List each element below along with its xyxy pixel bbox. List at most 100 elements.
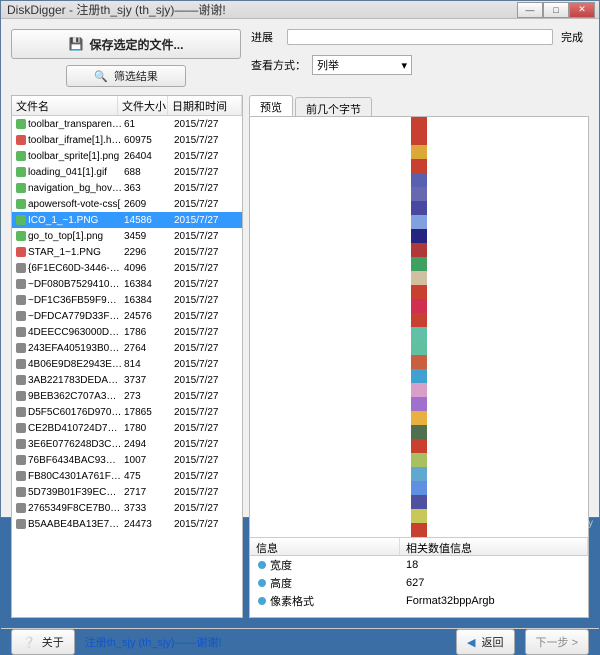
filter-results-button[interactable]: 🔍 筛选结果 — [66, 65, 186, 87]
file-icon — [14, 215, 28, 225]
maximize-button[interactable]: □ — [543, 2, 569, 18]
file-date: 2015/7/27 — [172, 375, 242, 386]
file-size: 1780 — [122, 423, 172, 434]
progress-bar — [287, 29, 553, 45]
window-controls: — □ ✕ — [517, 2, 595, 18]
file-name: FB80C4301A761F432... — [28, 471, 122, 482]
table-row[interactable]: apowersoft-vote-css[26092015/7/27 — [12, 196, 242, 212]
about-button[interactable]: ❔ 关于 — [11, 629, 75, 655]
col-header-name[interactable]: 文件名 — [12, 96, 118, 115]
table-row[interactable]: toolbar_sprite[1].png264042015/7/27 — [12, 148, 242, 164]
info-row: 宽度18 — [250, 556, 588, 574]
file-size: 363 — [122, 183, 172, 194]
file-icon — [14, 359, 28, 369]
file-date: 2015/7/27 — [172, 135, 242, 146]
save-selected-button[interactable]: 💾 保存选定的文件... — [11, 29, 241, 59]
watermark: blog.163.com/th_sjy — [486, 518, 594, 529]
file-date: 2015/7/27 — [172, 407, 242, 418]
file-name: STAR_1~1.PNG — [28, 247, 122, 258]
tab-bytes[interactable]: 前几个字节 — [295, 97, 372, 116]
table-row[interactable]: ~DF080B75294103641163842015/7/27 — [12, 276, 242, 292]
table-row[interactable]: {6F1EC60D-3446-11E...40962015/7/27 — [12, 260, 242, 276]
file-icon — [14, 327, 28, 337]
info-key: 像素格式 — [270, 593, 314, 609]
file-size: 2609 — [122, 199, 172, 210]
titlebar: DiskDigger - 注册th_sjy (th_sjy)——谢谢! — □ … — [1, 1, 599, 19]
file-name: ~DF1C36FB59F958C3... — [28, 295, 122, 306]
file-size: 814 — [122, 359, 172, 370]
file-name: 3AB221783DEDA8F9D — [28, 375, 122, 386]
file-date: 2015/7/27 — [172, 199, 242, 210]
minimize-button[interactable]: — — [517, 2, 543, 18]
next-button[interactable]: 下一步 > — [525, 629, 589, 655]
file-size: 475 — [122, 471, 172, 482]
table-row[interactable]: 4B06E9D8E2943E326...8142015/7/27 — [12, 356, 242, 372]
file-icon — [14, 263, 28, 273]
table-row[interactable]: 76BF6434BAC93B3CF10072015/7/27 — [12, 452, 242, 468]
file-date: 2015/7/27 — [172, 151, 242, 162]
file-date: 2015/7/27 — [172, 327, 242, 338]
view-mode-select[interactable]: 列举 ▾ — [312, 55, 412, 75]
table-row[interactable]: 5D739B01F39ECA76627172015/7/27 — [12, 484, 242, 500]
table-row[interactable]: D5F5C60176D9702E3...178652015/7/27 — [12, 404, 242, 420]
file-name: CE2BD410724D775EB — [28, 423, 122, 434]
table-row[interactable]: 3E6E0776248D3C4AE124942015/7/27 — [12, 436, 242, 452]
file-icon — [14, 231, 28, 241]
file-date: 2015/7/27 — [172, 167, 242, 178]
next-label: 下一步 > — [536, 634, 578, 650]
file-list-panel: 文件名 文件大小 日期和时间 toolbar_transparent[16120… — [11, 95, 243, 618]
table-row[interactable]: FB80C4301A761F432...4752015/7/27 — [12, 468, 242, 484]
table-row[interactable]: navigation_bg_hover[3632015/7/27 — [12, 180, 242, 196]
file-icon — [14, 455, 28, 465]
file-icon — [14, 343, 28, 353]
file-name: 3E6E0776248D3C4AE1 — [28, 439, 122, 450]
table-row[interactable]: ~DF1C36FB59F958C3...163842015/7/27 — [12, 292, 242, 308]
info-value: 627 — [400, 577, 588, 589]
table-row[interactable]: 243EFA405193B01F10...27642015/7/27 — [12, 340, 242, 356]
file-date: 2015/7/27 — [172, 423, 242, 434]
info-value: Format32bppArgb — [400, 595, 588, 607]
info-row: 高度 627 — [250, 574, 588, 592]
table-row[interactable]: loading_041[1].gif6882015/7/27 — [12, 164, 242, 180]
file-icon — [14, 183, 28, 193]
info-key: 宽度 — [270, 557, 292, 573]
file-date: 2015/7/27 — [172, 183, 242, 194]
table-row[interactable]: ~DFDCA779D33F0410...245762015/7/27 — [12, 308, 242, 324]
view-mode-value: 列举 — [317, 57, 339, 73]
save-selected-label: 保存选定的文件... — [89, 36, 183, 53]
table-row[interactable]: ICO_1_~1.PNG145862015/7/27 — [12, 212, 242, 228]
close-button[interactable]: ✕ — [569, 2, 595, 18]
table-row[interactable]: 9BEB362C707A3E300...2732015/7/27 — [12, 388, 242, 404]
file-date: 2015/7/27 — [172, 439, 242, 450]
file-name: ~DF080B75294103641 — [28, 279, 122, 290]
col-header-size[interactable]: 文件大小 — [118, 96, 168, 115]
file-size: 2717 — [122, 487, 172, 498]
file-date: 2015/7/27 — [172, 311, 242, 322]
tab-preview[interactable]: 预览 — [249, 95, 293, 116]
bullet-icon — [258, 597, 266, 605]
table-row[interactable]: CE2BD410724D775EB17802015/7/27 — [12, 420, 242, 436]
col-header-date[interactable]: 日期和时间 — [168, 96, 242, 115]
info-key: 高度 — [270, 575, 292, 591]
table-row[interactable]: go_to_top[1].png34592015/7/27 — [12, 228, 242, 244]
file-name: apowersoft-vote-css[ — [28, 199, 122, 210]
info-row: 像素格式 Format32bppArgb — [250, 592, 588, 610]
bottom-bar: ❔ 关于 注册th_sjy (th_sjy)——谢谢! ◀ 返回 下一步 > — [1, 628, 599, 655]
file-list[interactable]: toolbar_transparent[1612015/7/27toolbar_… — [12, 116, 242, 617]
file-icon — [14, 295, 28, 305]
file-size: 26404 — [122, 151, 172, 162]
back-button[interactable]: ◀ 返回 — [456, 629, 514, 655]
table-row[interactable]: STAR_1~1.PNG22962015/7/27 — [12, 244, 242, 260]
file-name: 5D739B01F39ECA766 — [28, 487, 122, 498]
table-row[interactable]: toolbar_transparent[1612015/7/27 — [12, 116, 242, 132]
table-row[interactable]: toolbar_iframe[1].htm609752015/7/27 — [12, 132, 242, 148]
table-row[interactable]: 2765349F8CE7B07CB...37332015/7/27 — [12, 500, 242, 516]
table-row[interactable]: 4DEECC963000DE6E...17862015/7/27 — [12, 324, 242, 340]
file-icon — [14, 471, 28, 481]
file-icon — [14, 199, 28, 209]
filter-icon: 🔍 — [94, 70, 108, 83]
file-size: 273 — [122, 391, 172, 402]
table-row[interactable]: B5AABE4BA13E748E0244732015/7/27 — [12, 516, 242, 532]
table-row[interactable]: 3AB221783DEDA8F9D37372015/7/27 — [12, 372, 242, 388]
file-size: 17865 — [122, 407, 172, 418]
